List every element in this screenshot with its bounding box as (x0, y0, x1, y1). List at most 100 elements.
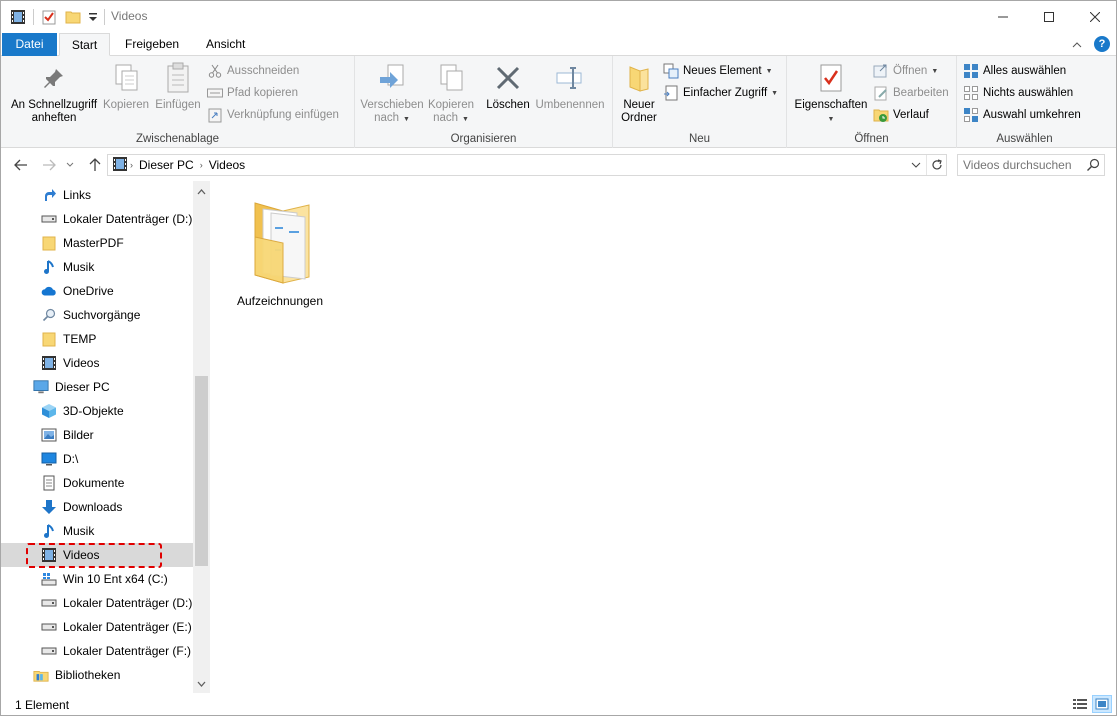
nav-item-downloads[interactable]: Downloads (1, 495, 193, 519)
search-box[interactable] (957, 154, 1105, 176)
window-title: Videos (111, 9, 148, 23)
address-bar[interactable]: › Dieser PC › Videos (107, 154, 947, 176)
3d-cube-icon (41, 403, 57, 419)
scroll-thumb[interactable] (195, 376, 208, 566)
refresh-icon[interactable] (926, 155, 946, 175)
ribbon-tabs: Datei Start Freigeben Ansicht ? (1, 33, 1116, 56)
open-group-label: Öffnen (854, 133, 889, 145)
copy-to-button[interactable]: Kopieren nach ▼ (425, 60, 477, 126)
history-label: Verlauf (893, 109, 929, 121)
invert-selection-icon (963, 107, 979, 123)
nav-item-documents[interactable]: Dokumente (1, 471, 193, 495)
nav-item-onedrive[interactable]: OneDrive (1, 279, 193, 303)
select-all-button[interactable]: Alles auswählen (963, 61, 1066, 81)
nav-item-d-drive[interactable]: D:\ (1, 447, 193, 471)
copy-path-label: Pfad kopieren (227, 87, 298, 99)
paste-icon (153, 60, 203, 96)
select-none-button[interactable]: Nichts auswählen (963, 83, 1073, 103)
group-new: Neuer Ordner Neues Element ▼ Einfacher Zu… (613, 56, 787, 148)
minimize-button[interactable] (980, 1, 1026, 32)
tab-ansicht[interactable]: Ansicht (194, 33, 257, 56)
forward-arrow-icon (43, 159, 56, 171)
easy-access-button[interactable]: Einfacher Zugriff ▼ (663, 83, 778, 103)
collapse-ribbon-icon[interactable] (1072, 37, 1082, 51)
cut-button[interactable]: Ausschneiden (207, 61, 299, 81)
easy-access-dropdown-icon: ▼ (771, 89, 779, 97)
properties-qat-icon[interactable] (40, 8, 58, 26)
scroll-down-icon[interactable] (193, 675, 210, 692)
folder-item-aufzeichnungen[interactable]: Aufzeichnungen (230, 197, 330, 308)
nav-item-libraries[interactable]: Bibliotheken (1, 663, 193, 687)
pin-icon (7, 60, 101, 96)
nav-item-drive-f[interactable]: Lokaler Datenträger (F:) (1, 639, 193, 663)
paste-button[interactable]: Einfügen (153, 60, 203, 112)
close-button[interactable] (1072, 1, 1117, 32)
pin-label-2: anheften (31, 112, 77, 124)
copy-path-button[interactable]: Pfad kopieren (207, 83, 298, 103)
move-label-1: Verschieben (360, 99, 424, 111)
details-view-icon[interactable] (1070, 695, 1090, 713)
large-icons-view-icon[interactable] (1092, 695, 1112, 713)
music-note-icon (41, 523, 57, 539)
history-button[interactable]: Verlauf (873, 105, 929, 125)
tab-start[interactable]: Start (59, 33, 110, 56)
nav-item-masterpdf[interactable]: MasterPDF (1, 231, 193, 255)
nav-item-drive-c[interactable]: Win 10 Ent x64 (C:) (1, 567, 193, 591)
copyto-label-1: Kopieren (427, 99, 475, 111)
up-button[interactable] (85, 155, 105, 175)
nav-item-music-pc[interactable]: Musik (1, 519, 193, 543)
nav-item-links[interactable]: Links (1, 183, 193, 207)
rename-label: Umbenennen (535, 99, 605, 111)
breadcrumb-dieser-pc[interactable]: Dieser PC (139, 158, 194, 172)
pin-quick-access-button[interactable]: An Schnellzugriff anheften (7, 60, 101, 125)
scroll-up-icon[interactable] (193, 183, 210, 200)
nav-item-3d-objects[interactable]: 3D-Objekte (1, 399, 193, 423)
new-item-button[interactable]: Neues Element ▼ (663, 61, 773, 81)
address-dropdown-icon[interactable] (906, 155, 926, 175)
nav-item-temp[interactable]: TEMP (1, 327, 193, 351)
nav-item-searches[interactable]: Suchvorgänge (1, 303, 193, 327)
tab-datei[interactable]: Datei (2, 33, 57, 56)
back-button[interactable] (11, 155, 31, 175)
group-clipboard: An Schnellzugriff anheften Kopieren Einf… (1, 56, 355, 148)
paste-shortcut-button[interactable]: Verknüpfung einfügen (207, 105, 339, 125)
nav-label: D:\ (63, 452, 79, 466)
nav-item-musik[interactable]: Musik (1, 255, 193, 279)
nav-item-videos-pc[interactable]: Videos (1, 543, 193, 567)
breadcrumb-separator-icon[interactable]: › (200, 160, 203, 170)
invert-selection-button[interactable]: Auswahl umkehren (963, 105, 1081, 125)
search-input[interactable] (963, 158, 1083, 172)
libraries-icon (33, 667, 49, 683)
maximize-button[interactable] (1026, 1, 1072, 32)
breadcrumb-videos[interactable]: Videos (209, 158, 245, 172)
copy-label: Kopieren (102, 99, 150, 111)
copy-icon (101, 60, 151, 96)
properties-button[interactable]: Eigenschaften ▼ (791, 60, 871, 126)
nav-item-drive-d2[interactable]: Lokaler Datenträger (D:) (1, 591, 193, 615)
computer-icon (33, 379, 49, 395)
search-icon[interactable] (1086, 158, 1100, 175)
move-to-button[interactable]: Verschieben nach ▼ (359, 60, 425, 126)
recent-locations-button[interactable] (63, 155, 77, 175)
properties-label: Eigenschaften (794, 99, 868, 111)
nav-scrollbar[interactable] (193, 181, 210, 693)
nav-item-videos-quick[interactable]: Videos (1, 351, 193, 375)
new-folder-qat-icon[interactable] (64, 8, 82, 26)
forward-button[interactable] (39, 155, 59, 175)
nav-item-drive-d[interactable]: Lokaler Datenträger (D:) (1, 207, 193, 231)
pin-label-1: An Schnellzugriff (10, 99, 98, 111)
nav-label: Videos (63, 548, 100, 562)
nav-item-drive-e[interactable]: Lokaler Datenträger (E:) (1, 615, 193, 639)
copy-button[interactable]: Kopieren (101, 60, 151, 112)
delete-button[interactable]: Löschen (483, 60, 533, 112)
rename-button[interactable]: Umbenennen (533, 60, 607, 112)
customize-qat-icon[interactable] (88, 8, 98, 26)
edit-button[interactable]: Bearbeiten (873, 83, 949, 103)
nav-item-this-pc[interactable]: Dieser PC (1, 375, 193, 399)
open-button[interactable]: Öffnen ▼ (873, 61, 938, 81)
new-folder-button[interactable]: Neuer Ordner (617, 60, 661, 125)
help-icon[interactable]: ? (1094, 36, 1110, 52)
breadcrumb-separator-icon[interactable]: › (130, 160, 133, 170)
tab-freigeben[interactable]: Freigeben (113, 33, 191, 56)
nav-item-pictures[interactable]: Bilder (1, 423, 193, 447)
